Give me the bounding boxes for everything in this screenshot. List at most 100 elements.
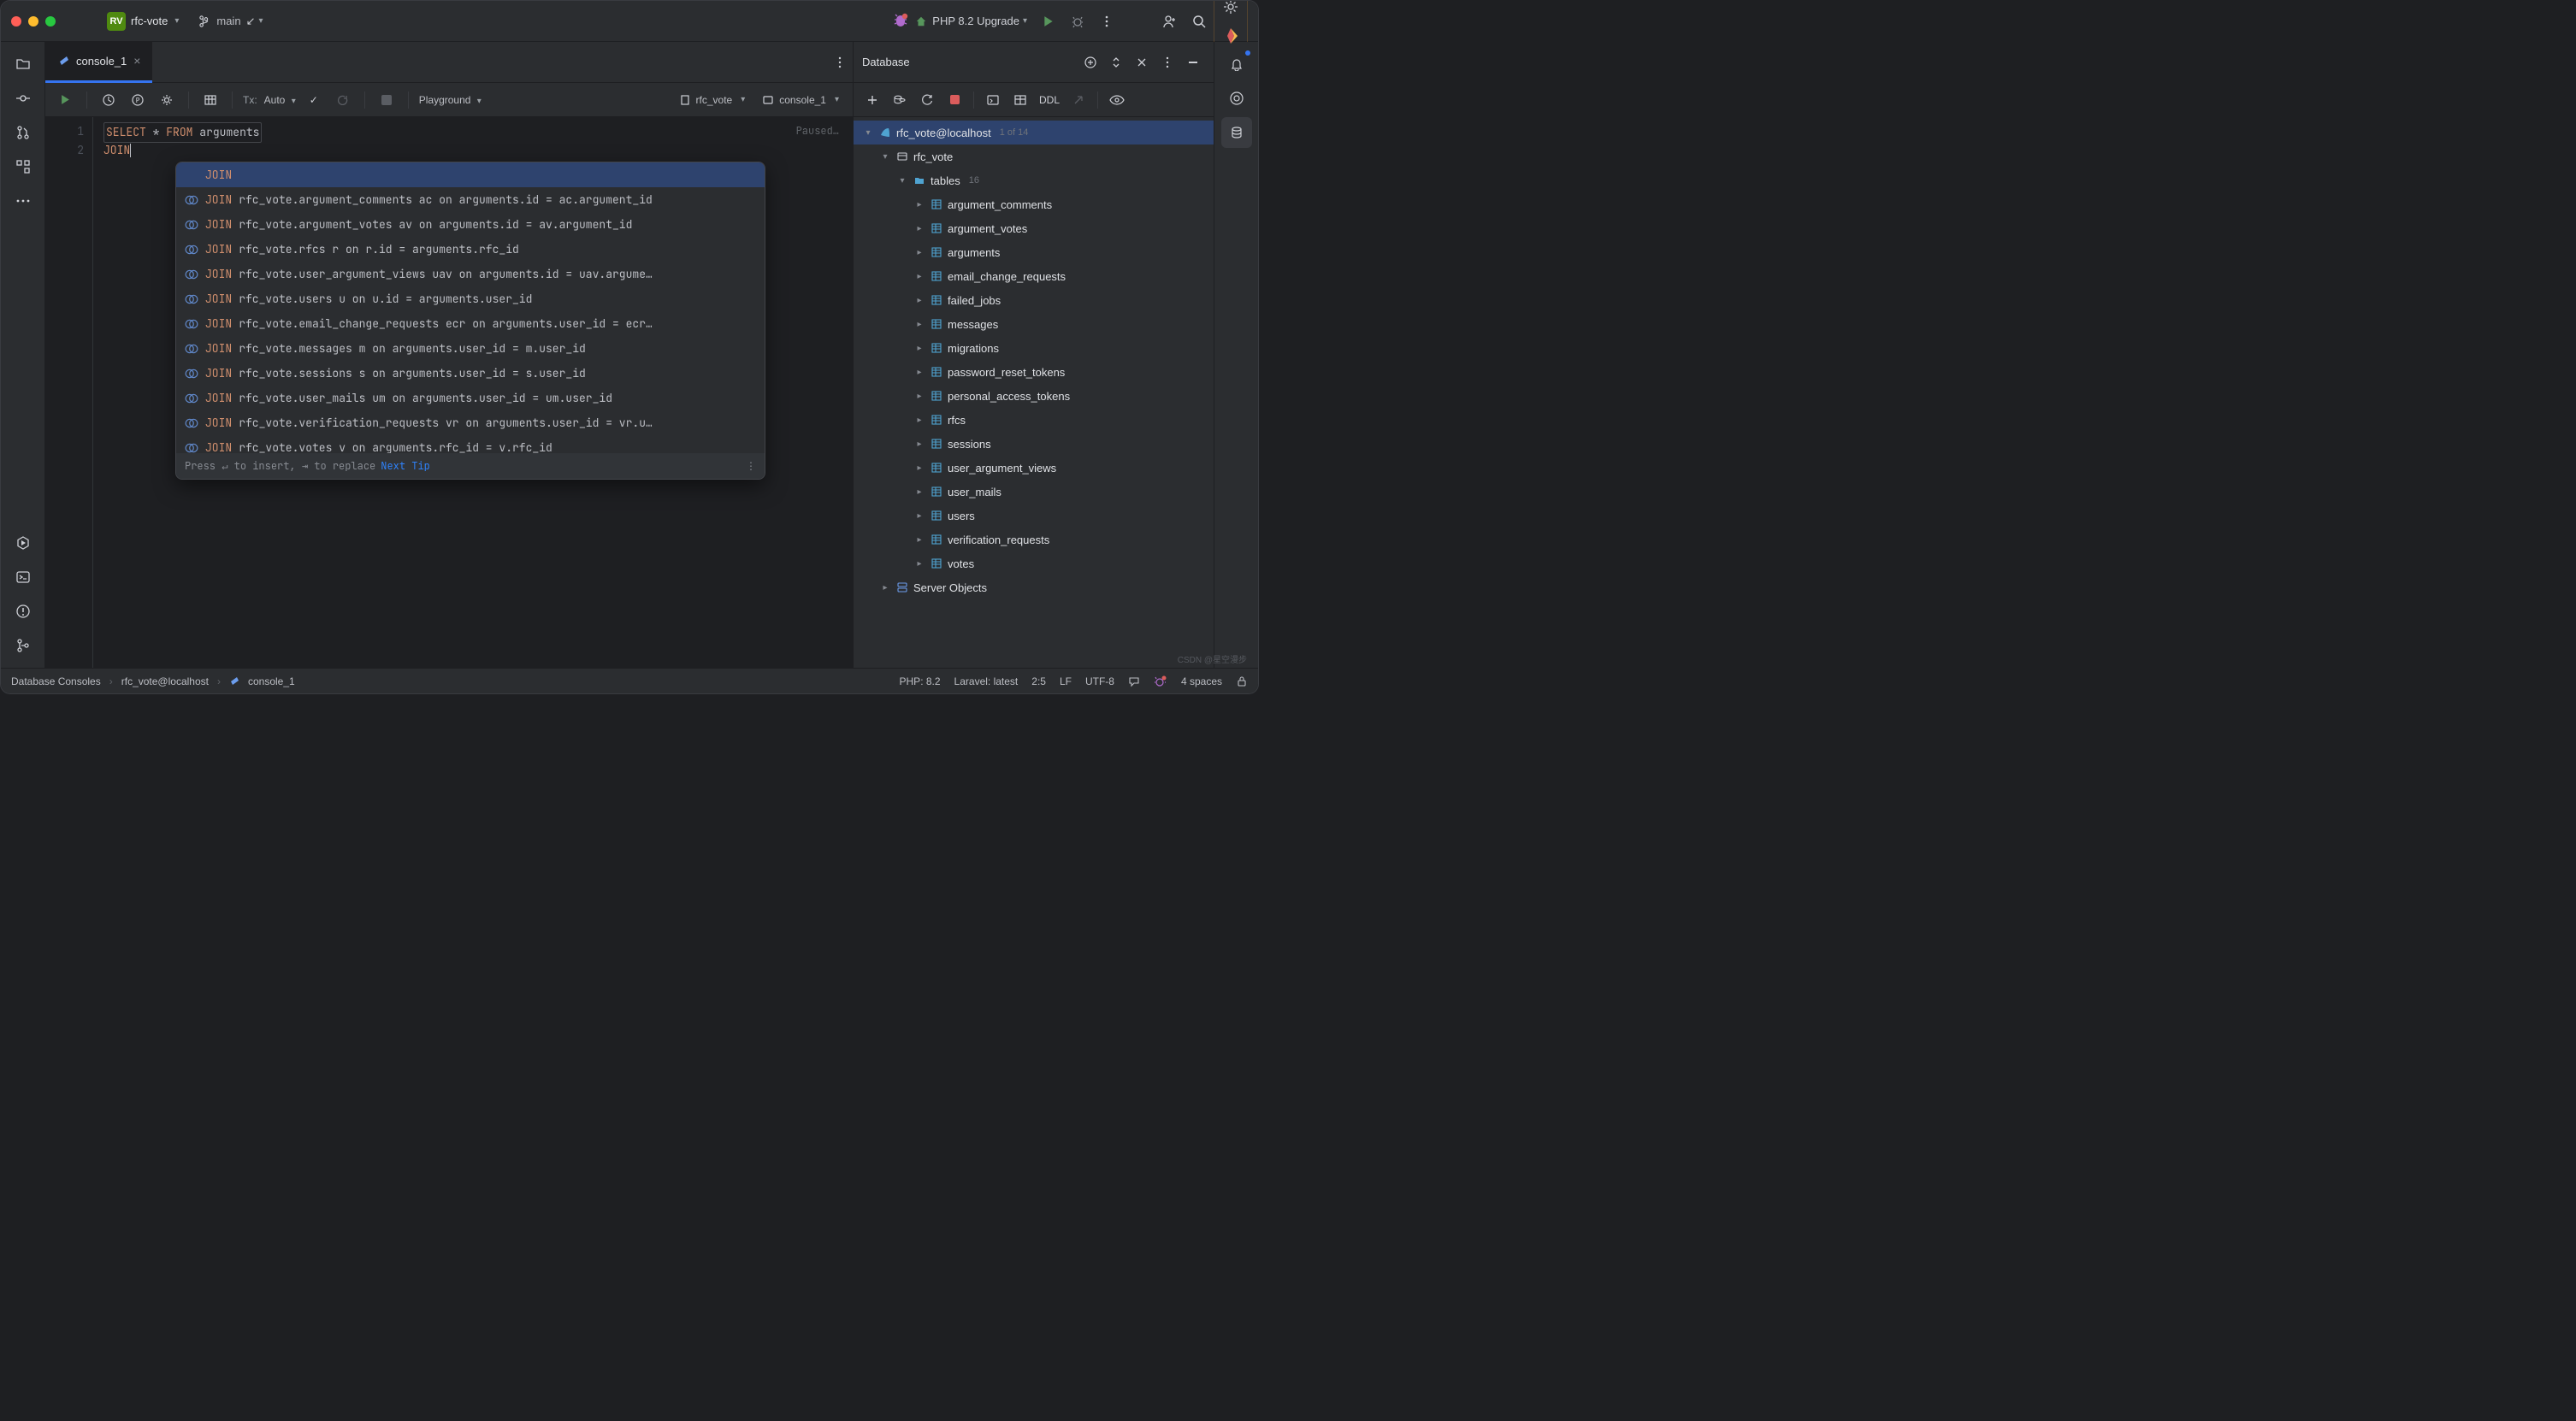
table-node[interactable]: ▸password_reset_tokens xyxy=(854,360,1214,384)
session-selector[interactable]: console_1 ▾ xyxy=(757,94,844,106)
stop-button[interactable] xyxy=(942,88,966,112)
minimize-window-button[interactable] xyxy=(28,16,38,27)
code-with-me-button[interactable] xyxy=(1155,7,1185,36)
ddl-button[interactable]: DDL xyxy=(1036,94,1063,106)
table-node[interactable]: ▸sessions xyxy=(854,432,1214,456)
close-icon[interactable]: × xyxy=(133,54,140,68)
editor-area[interactable]: 1 2 Paused… SELECT * FROM arguments JOIN… xyxy=(45,117,853,668)
new-button[interactable] xyxy=(1078,50,1102,74)
indent-widget[interactable]: 4 spaces xyxy=(1181,675,1222,687)
lock-icon[interactable] xyxy=(1236,675,1248,687)
readonly-speech-icon[interactable] xyxy=(1128,675,1140,687)
schema-node[interactable]: ▾ rfc_vote xyxy=(854,144,1214,168)
datasource-node[interactable]: ▾ rfc_vote@localhost 1 of 14 xyxy=(854,121,1214,144)
server-objects-node[interactable]: ▸ Server Objects xyxy=(854,575,1214,599)
autocomplete-item[interactable]: JOIN rfc_vote.user_mails um on arguments… xyxy=(176,386,765,410)
editor-tab-console-1[interactable]: console_1 × xyxy=(45,42,152,83)
close-window-button[interactable] xyxy=(11,16,21,27)
autocomplete-item[interactable]: JOIN rfc_vote.argument_comments ac on ar… xyxy=(176,187,765,212)
run-config-selector[interactable]: PHP 8.2 Upgrade ▾ xyxy=(915,15,1027,27)
table-node[interactable]: ▸argument_comments xyxy=(854,192,1214,216)
autocomplete-item[interactable]: JOIN rfc_vote.argument_votes av on argum… xyxy=(176,212,765,237)
project-tool-button[interactable] xyxy=(8,49,38,80)
vcs-tool-button[interactable] xyxy=(8,630,38,661)
inspections-bug-icon[interactable] xyxy=(1154,675,1167,688)
debug-button[interactable] xyxy=(1063,7,1092,36)
line-separator-widget[interactable]: LF xyxy=(1060,675,1072,687)
tabs-more-button[interactable] xyxy=(834,56,846,68)
table-node[interactable]: ▸user_argument_views xyxy=(854,456,1214,480)
breadcrumb[interactable]: Database Consoles xyxy=(11,675,101,687)
run-button[interactable] xyxy=(1034,7,1063,36)
commit-tool-button[interactable] xyxy=(8,83,38,114)
playground-toggle[interactable]: Playground ▾ xyxy=(419,94,482,106)
autocomplete-item[interactable]: JOIN rfc_vote.users u on u.id = argument… xyxy=(176,286,765,311)
commit-tx-button[interactable]: ✓ xyxy=(303,89,325,111)
collapse-button[interactable] xyxy=(1130,50,1154,74)
encoding-widget[interactable]: UTF-8 xyxy=(1085,675,1114,687)
navigate-button[interactable] xyxy=(1066,88,1090,112)
options-button[interactable] xyxy=(1155,50,1179,74)
table-node[interactable]: ▸verification_requests xyxy=(854,528,1214,551)
table-node[interactable]: ▸arguments xyxy=(854,240,1214,264)
autocomplete-item[interactable]: JOIN rfc_vote.user_argument_views uav on… xyxy=(176,262,765,286)
next-tip-link[interactable]: Next Tip xyxy=(381,459,430,473)
pull-requests-tool-button[interactable] xyxy=(8,117,38,148)
refresh-button[interactable] xyxy=(915,88,939,112)
terminal-tool-button[interactable] xyxy=(8,562,38,593)
table-node[interactable]: ▸votes xyxy=(854,551,1214,575)
jump-to-console-button[interactable] xyxy=(981,88,1005,112)
schema-selector[interactable]: rfc_vote ▾ xyxy=(674,94,751,106)
table-node[interactable]: ▸messages xyxy=(854,312,1214,336)
debug-bug-icon[interactable] xyxy=(886,7,915,36)
project-name-dropdown[interactable]: rfc-vote xyxy=(131,15,168,27)
problems-tool-button[interactable] xyxy=(8,596,38,627)
table-node[interactable]: ▸email_change_requests xyxy=(854,264,1214,288)
search-everywhere-button[interactable] xyxy=(1185,7,1214,36)
history-button[interactable] xyxy=(97,89,120,111)
table-node[interactable]: ▸users xyxy=(854,504,1214,528)
more-tool-button[interactable] xyxy=(8,186,38,216)
duplicate-button[interactable] xyxy=(888,88,912,112)
filter-button[interactable] xyxy=(1105,88,1129,112)
settings-toolbar-button[interactable] xyxy=(156,89,178,111)
breadcrumb[interactable]: rfc_vote@localhost xyxy=(121,675,209,687)
settings-button[interactable] xyxy=(1216,0,1245,21)
kebab-icon[interactable]: ⋮ xyxy=(746,459,756,473)
more-actions-button[interactable] xyxy=(1092,7,1121,36)
tables-group-node[interactable]: ▾ tables 16 xyxy=(854,168,1214,192)
autocomplete-item[interactable]: JOIN rfc_vote.sessions s on arguments.us… xyxy=(176,361,765,386)
add-button[interactable] xyxy=(860,88,884,112)
table-node[interactable]: ▸user_mails xyxy=(854,480,1214,504)
autocomplete-item[interactable]: JOIN xyxy=(176,162,765,187)
breadcrumb[interactable]: console_1 xyxy=(248,675,295,687)
maximize-window-button[interactable] xyxy=(45,16,56,27)
php-version-widget[interactable]: PHP: 8.2 xyxy=(900,675,941,687)
hide-button[interactable] xyxy=(1181,50,1205,74)
ai-chat-button[interactable] xyxy=(1221,83,1252,114)
autocomplete-item[interactable]: JOIN rfc_vote.verification_requests vr o… xyxy=(176,410,765,435)
table-view-button[interactable] xyxy=(1008,88,1032,112)
ai-assistant-button[interactable] xyxy=(1216,21,1245,50)
table-node[interactable]: ▸failed_jobs xyxy=(854,288,1214,312)
notifications-button[interactable] xyxy=(1221,49,1252,80)
caret-position-widget[interactable]: 2:5 xyxy=(1031,675,1046,687)
execute-button[interactable] xyxy=(54,89,76,111)
cancel-button[interactable] xyxy=(375,89,398,111)
autocomplete-item[interactable]: JOIN rfc_vote.votes v on arguments.rfc_i… xyxy=(176,435,765,453)
tx-mode-dropdown[interactable]: Auto ▾ xyxy=(264,94,296,106)
table-node[interactable]: ▸rfcs xyxy=(854,408,1214,432)
vcs-branch-widget[interactable]: main ↙ ▾ xyxy=(199,15,263,28)
services-tool-button[interactable] xyxy=(8,528,38,558)
autocomplete-item[interactable]: JOIN rfc_vote.rfcs r on r.id = arguments… xyxy=(176,237,765,262)
autocomplete-item[interactable]: JOIN rfc_vote.email_change_requests ecr … xyxy=(176,311,765,336)
table-node[interactable]: ▸migrations xyxy=(854,336,1214,360)
expand-button[interactable] xyxy=(1104,50,1128,74)
rollback-tx-button[interactable] xyxy=(332,89,354,111)
structure-tool-button[interactable] xyxy=(8,151,38,182)
explain-plan-button[interactable]: P xyxy=(127,89,149,111)
autocomplete-item[interactable]: JOIN rfc_vote.messages m on arguments.us… xyxy=(176,336,765,361)
table-node[interactable]: ▸personal_access_tokens xyxy=(854,384,1214,408)
table-node[interactable]: ▸argument_votes xyxy=(854,216,1214,240)
view-as-table-button[interactable] xyxy=(199,89,222,111)
